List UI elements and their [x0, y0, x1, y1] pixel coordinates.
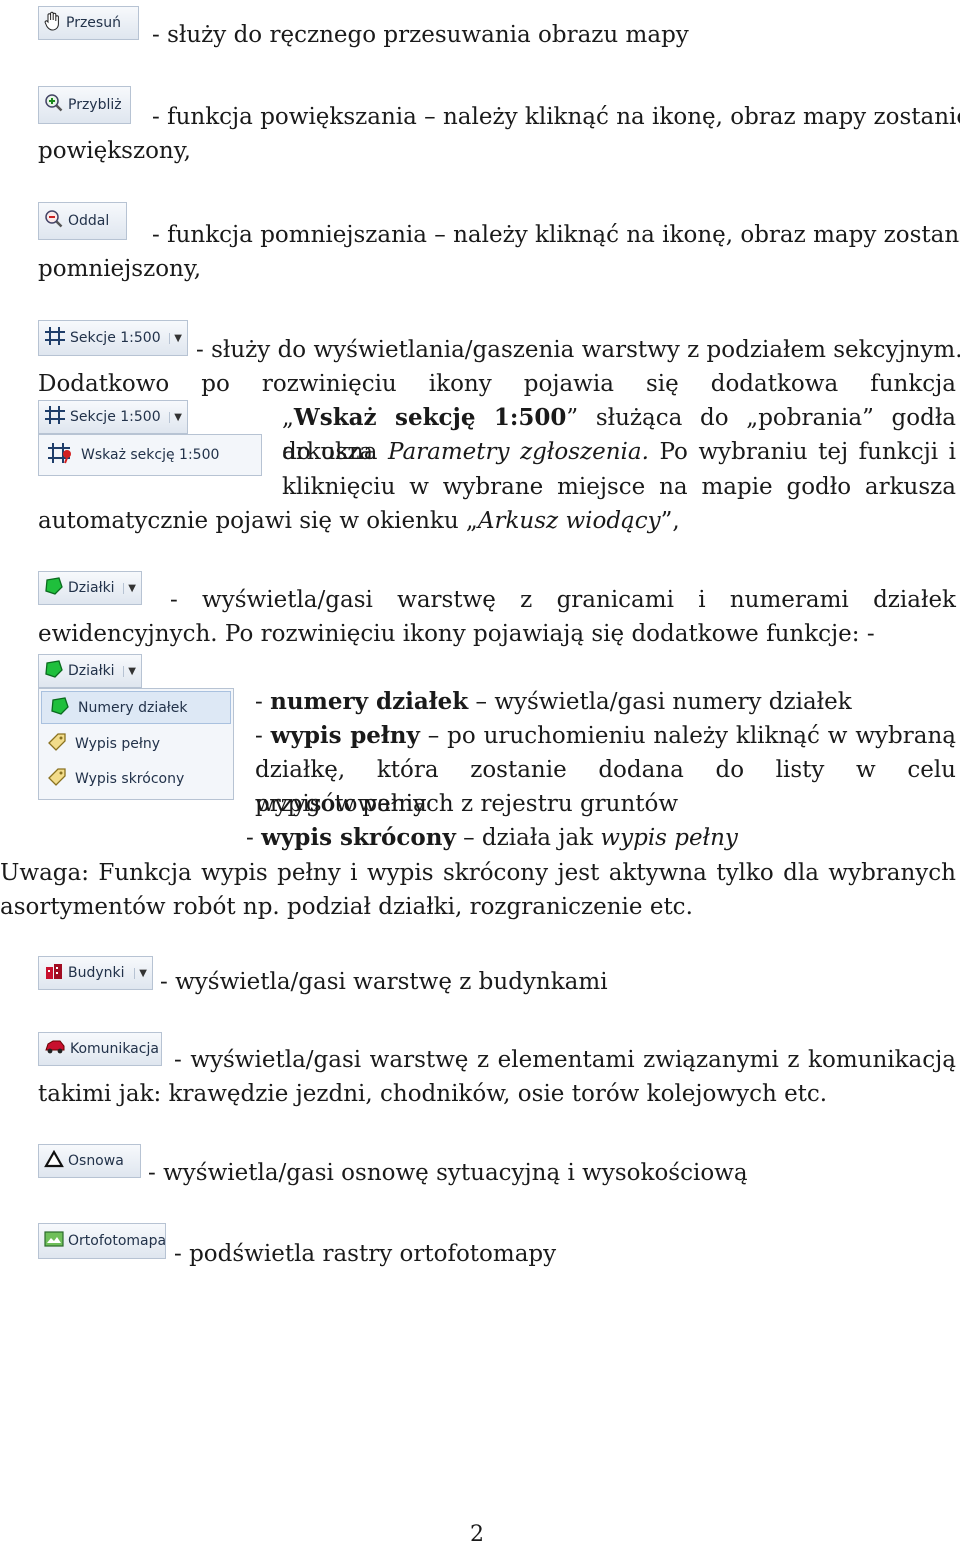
page-number: 2 [470, 1522, 484, 1547]
przybliz-button[interactable]: Przybliż [38, 86, 131, 124]
oddal-label: Oddal [68, 213, 110, 229]
grid-icon [44, 405, 66, 429]
chevron-down-icon[interactable]: ▼ [169, 411, 182, 423]
oddal-description-line2: pomniejszony, [38, 256, 202, 282]
chevron-down-icon[interactable]: ▼ [123, 665, 136, 677]
menu-item-wypis-skrocony[interactable]: Wypis skrócony [39, 761, 233, 796]
arkusz-description: automatycznie pojawi się w okienku „Arku… [38, 508, 680, 534]
grid-icon [44, 326, 66, 350]
klikniecie-description: kliknięciu w wybrane miejsce na mapie go… [282, 474, 956, 500]
dzialki-description-line2: ewidencyjnych. Po rozwinięciu ikony poja… [38, 621, 875, 647]
hand-icon [44, 11, 62, 35]
menu-item-wypis-pelny[interactable]: Wypis pełny [39, 726, 233, 761]
ortofotomapa-button[interactable]: Ortofotomapa [38, 1223, 166, 1259]
przesun-button[interactable]: Przesuń [38, 6, 139, 40]
budynki-button[interactable]: Budynki ▼ [38, 956, 153, 990]
uwaga-line1: Uwaga: Funkcja wypis pełny i wypis skróc… [0, 860, 956, 886]
komunikacja-button[interactable]: Komunikacja [38, 1032, 162, 1066]
budynki-description: - wyświetla/gasi warstwę z budynkami [160, 969, 608, 995]
osnowa-description: - wyświetla/gasi osnowę sytuacyjną i wys… [148, 1160, 748, 1186]
chevron-down-icon[interactable]: ▼ [169, 332, 182, 344]
wypis-skrocony-description: - wypis skrócony – działa jak wypis pełn… [246, 824, 738, 851]
ortofotomapa-description: - podświetla rastry ortofotomapy [174, 1241, 557, 1267]
przybliz-description-line2: powiększony, [38, 138, 191, 164]
parametry-description: do okna Parametry zgłoszenia. Po wybrani… [282, 439, 956, 465]
tag-icon [47, 732, 67, 756]
dzialki-button[interactable]: Działki ▼ [38, 571, 142, 605]
sekcje-dropdown-menu: Wskaż sekcję 1:500 [38, 434, 262, 476]
parcel-icon [44, 659, 64, 683]
oddal-description-line1: - funkcja pomniejszania – należy kliknąć… [152, 222, 960, 248]
wypis-pelny-description-line1: - wypis pełny – po uruchomieniu należy k… [255, 722, 956, 749]
ortofotomapa-label: Ortofotomapa [68, 1233, 167, 1249]
car-icon [44, 1038, 66, 1060]
budynki-label: Budynki [68, 965, 125, 981]
sekcje-button[interactable]: Sekcje 1:500 ▼ [38, 320, 188, 356]
building-icon [44, 961, 64, 985]
komunikacja-label: Komunikacja [70, 1041, 159, 1057]
sekcje-dropdown-label: Sekcje 1:500 [70, 409, 161, 425]
dzialki-dropdown-menu: Numery działek Wypis pełny Wypis skrócon… [38, 688, 234, 800]
menu-item-numery-dzialek[interactable]: Numery działek [41, 691, 231, 724]
numery-dzialek-description: - numery działek – wyświetla/gasi numery… [255, 688, 852, 715]
chevron-down-icon[interactable]: ▼ [134, 967, 147, 979]
komunikacja-description-line2: takimi jak: krawędzie jezdni, chodników,… [38, 1081, 828, 1107]
wypis-skrocony-label: Wypis skrócony [75, 770, 185, 787]
menu-item-wskaz-sekcje[interactable]: Wskaż sekcję 1:500 [39, 435, 261, 475]
przesun-description: - służy do ręcznego przesuwania obrazu m… [152, 22, 689, 48]
sekcje-description-line1: - służy do wyświetlania/gaszenia warstwy… [196, 337, 960, 363]
sekcje-label: Sekcje 1:500 [70, 330, 161, 346]
zoom-out-icon [44, 209, 64, 233]
chevron-down-icon[interactable]: ▼ [123, 582, 136, 594]
dzialki-dropdown-button[interactable]: Działki ▼ [38, 654, 142, 688]
tag-icon [47, 767, 67, 791]
zoom-in-icon [44, 93, 64, 117]
numery-dzialek-label: Numery działek [78, 699, 188, 716]
uwaga-line2: asortymentów robót np. podział działki, … [0, 894, 693, 920]
oddal-button[interactable]: Oddal [38, 202, 127, 240]
grid-pin-icon [47, 441, 73, 469]
wypis-pelny-label: Wypis pełny [75, 735, 161, 752]
wypis-pelny-description-line3: wypisów pełnych z rejestru gruntów [255, 791, 679, 817]
triangle-icon [44, 1149, 64, 1172]
przybliz-label: Przybliż [68, 97, 122, 113]
dzialki-description-line1: - wyświetla/gasi warstwę z granicami i n… [170, 587, 956, 613]
dzialki-label: Działki [68, 580, 115, 596]
parcel-icon [50, 696, 70, 720]
wskaz-sekcje-label: Wskaż sekcję 1:500 [81, 447, 220, 463]
osnowa-label: Osnowa [68, 1153, 124, 1169]
dzialki-dropdown-label: Działki [68, 663, 115, 679]
komunikacja-description-line1: - wyświetla/gasi warstwę z elementami zw… [174, 1047, 956, 1073]
sekcje-dropdown-button[interactable]: Sekcje 1:500 ▼ [38, 400, 188, 434]
osnowa-button[interactable]: Osnowa [38, 1144, 141, 1178]
przesun-label: Przesuń [66, 15, 121, 31]
photo-map-icon [44, 1230, 64, 1252]
parcel-icon [44, 576, 64, 600]
sekcje-description-line2: Dodatkowo po rozwinięciu ikony pojawia s… [38, 371, 956, 397]
przybliz-description-line1: - funkcja powiększania – należy kliknąć … [152, 104, 960, 130]
